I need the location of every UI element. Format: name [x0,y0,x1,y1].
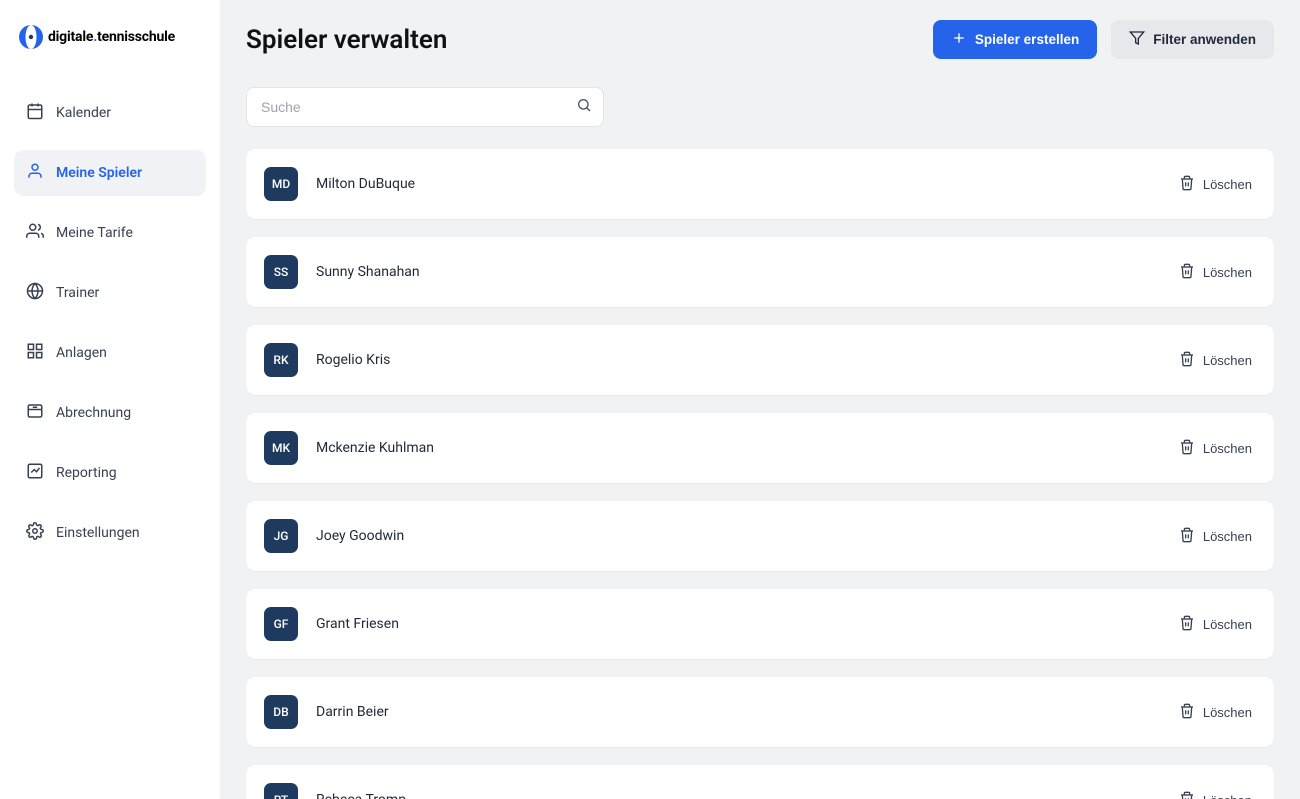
player-row-left: SS Sunny Shanahan [264,255,420,289]
nav-list: Kalender Meine Spieler Meine Tarife Trainer… [14,90,206,556]
player-name: Grant Friesen [316,616,399,632]
player-list: MD Milton DuBuque Löschen SS Sunny Shanahan L… [246,149,1274,799]
archive-icon [26,402,44,424]
trash-icon [1179,791,1195,799]
avatar: DB [264,695,298,729]
sidebar-item-label: Reporting [56,465,117,481]
delete-button[interactable]: Löschen [1179,351,1252,370]
player-row[interactable]: RT Rebeca Tromp Löschen [246,765,1274,799]
sidebar-item-label: Trainer [56,285,99,301]
sidebar-item-label: Abrechnung [56,405,131,421]
avatar: JG [264,519,298,553]
delete-label: Löschen [1203,705,1252,720]
player-name: Rogelio Kris [316,352,390,368]
player-name: Darrin Beier [316,704,389,720]
filter-icon [1129,30,1145,49]
sidebar-item-abrechnung[interactable]: Abrechnung [14,390,206,436]
sidebar-item-reporting[interactable]: Reporting [14,450,206,496]
delete-label: Löschen [1203,353,1252,368]
settings-icon [26,522,44,544]
avatar: GF [264,607,298,641]
trash-icon [1179,615,1195,634]
page-header: Spieler verwalten Spieler erstellen Filt… [246,20,1274,59]
player-name: Joey Goodwin [316,528,404,544]
delete-button[interactable]: Löschen [1179,703,1252,722]
create-player-button[interactable]: Spieler erstellen [933,20,1097,59]
brand-text: digitale.tennisschule [48,29,175,45]
delete-button[interactable]: Löschen [1179,263,1252,282]
grid-icon [26,342,44,364]
sidebar-item-meine-tarife[interactable]: Meine Tarife [14,210,206,256]
player-row-left: DB Darrin Beier [264,695,389,729]
apply-filter-button[interactable]: Filter anwenden [1111,20,1274,59]
delete-label: Löschen [1203,529,1252,544]
sidebar-item-meine-spieler[interactable]: Meine Spieler [14,150,206,196]
avatar: RT [264,783,298,799]
trash-icon [1179,439,1195,458]
sidebar-item-kalender[interactable]: Kalender [14,90,206,136]
player-name: Milton DuBuque [316,176,415,192]
delete-label: Löschen [1203,177,1252,192]
player-row[interactable]: MK Mckenzie Kuhlman Löschen [246,413,1274,483]
delete-label: Löschen [1203,793,1252,799]
trash-icon [1179,527,1195,546]
avatar: SS [264,255,298,289]
delete-button[interactable]: Löschen [1179,439,1252,458]
calendar-icon [26,102,44,124]
trash-icon [1179,263,1195,282]
user-icon [26,162,44,184]
main-content: Spieler verwalten Spieler erstellen Filt… [220,0,1300,799]
player-row-left: RT Rebeca Tromp [264,783,406,799]
sidebar-item-label: Einstellungen [56,525,140,541]
sidebar-item-label: Meine Spieler [56,165,142,181]
sidebar-item-label: Kalender [56,105,111,121]
search-wrap [246,87,604,127]
player-row[interactable]: RK Rogelio Kris Löschen [246,325,1274,395]
avatar: MD [264,167,298,201]
apply-filter-label: Filter anwenden [1153,32,1256,47]
avatar: MK [264,431,298,465]
player-row-left: MD Milton DuBuque [264,167,415,201]
delete-button[interactable]: Löschen [1179,527,1252,546]
sidebar-item-anlagen[interactable]: Anlagen [14,330,206,376]
globe-icon [26,282,44,304]
player-row[interactable]: MD Milton DuBuque Löschen [246,149,1274,219]
player-name: Sunny Shanahan [316,264,420,280]
player-row[interactable]: GF Grant Friesen Löschen [246,589,1274,659]
create-player-label: Spieler erstellen [975,32,1079,47]
delete-button[interactable]: Löschen [1179,791,1252,799]
delete-label: Löschen [1203,441,1252,456]
sidebar-item-trainer[interactable]: Trainer [14,270,206,316]
users-icon [26,222,44,244]
player-row[interactable]: SS Sunny Shanahan Löschen [246,237,1274,307]
header-actions: Spieler erstellen Filter anwenden [933,20,1274,59]
player-row-left: JG Joey Goodwin [264,519,404,553]
delete-button[interactable]: Löschen [1179,175,1252,194]
player-row-left: GF Grant Friesen [264,607,399,641]
delete-button[interactable]: Löschen [1179,615,1252,634]
plus-icon [951,30,967,49]
player-row[interactable]: DB Darrin Beier Löschen [246,677,1274,747]
player-name: Mckenzie Kuhlman [316,440,434,456]
brand-logo: digitale.tennisschule [14,24,206,50]
brand-mark-icon [18,24,44,50]
delete-label: Löschen [1203,265,1252,280]
sidebar-item-label: Anlagen [56,345,107,361]
trash-icon [1179,703,1195,722]
chart-icon [26,462,44,484]
trash-icon [1179,351,1195,370]
search-input[interactable] [246,87,604,127]
player-row-left: RK Rogelio Kris [264,343,390,377]
avatar: RK [264,343,298,377]
page-title: Spieler verwalten [246,25,447,55]
sidebar-item-label: Meine Tarife [56,225,133,241]
player-row[interactable]: JG Joey Goodwin Löschen [246,501,1274,571]
player-row-left: MK Mckenzie Kuhlman [264,431,434,465]
player-name: Rebeca Tromp [316,792,406,799]
trash-icon [1179,175,1195,194]
delete-label: Löschen [1203,617,1252,632]
sidebar-item-einstellungen[interactable]: Einstellungen [14,510,206,556]
sidebar: digitale.tennisschule Kalender Meine Spie… [0,0,220,799]
